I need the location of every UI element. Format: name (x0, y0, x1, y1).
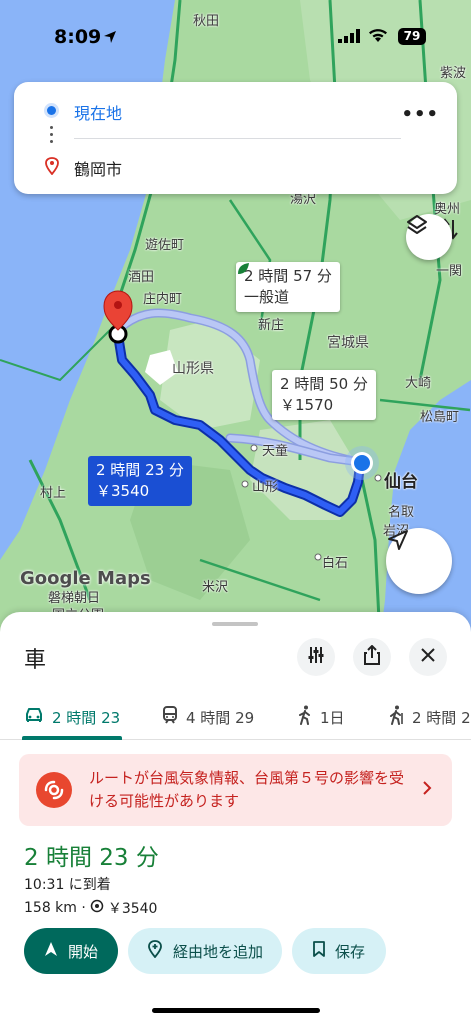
layers-button[interactable] (406, 214, 452, 260)
start-button[interactable]: 開始 (24, 928, 118, 974)
add-stop-label: 経由地を追加 (172, 942, 263, 961)
tab-transit[interactable]: 4 時間 29 (162, 694, 254, 740)
map-label-miyagi-pref: 宮城県 (327, 335, 369, 351)
bookmark-icon (313, 941, 325, 961)
add-location-icon (147, 940, 163, 962)
toll-icon (90, 899, 104, 917)
train-icon (162, 706, 178, 728)
route-label-main[interactable]: 2 時間 23 分 ￥3540 (88, 456, 192, 506)
map-view[interactable]: 秋田 遊佐町 酒田 庄内町 新庄 山形県 宮城県 天童 山形 仙台 名取 岩沼 … (0, 0, 471, 640)
tab-walk[interactable]: 1日 (298, 694, 345, 740)
arrival-time: 10:31 に到着 (24, 877, 111, 893)
map-label-shonai: 庄内町 (143, 292, 183, 307)
battery-indicator: 79 (398, 28, 426, 45)
tab-drive[interactable]: 2 時間 23 (24, 694, 120, 740)
travel-mode-tabs: 2 時間 23 4 時間 29 1日 2 時間 2 (0, 694, 471, 740)
more-options-icon[interactable]: ••• (401, 104, 439, 125)
close-button[interactable] (409, 638, 447, 676)
chevron-right-icon (422, 780, 432, 800)
map-label-natori: 名取 (388, 505, 415, 520)
toll-amount: ￥3540 (107, 901, 158, 917)
route-alt2-duration: 2 時間 50 分 (280, 375, 368, 393)
map-label-osaki: 大崎 (405, 376, 432, 391)
typhoon-alert[interactable]: ルートが台風気象情報、台風第５号の影響を受ける可能性があります (19, 754, 452, 826)
route-options-button[interactable] (297, 638, 335, 676)
route-connector (50, 126, 53, 147)
destination-field[interactable]: 鶴岡市 (14, 146, 458, 240)
directions-sheet: 車 2 時間 23 4 時間 29 1日 2 時間 2 ルートが台風気象情報、台… (0, 612, 471, 1024)
origin-field[interactable]: 現在地 ••• (14, 90, 457, 130)
active-tab-indicator (22, 736, 122, 740)
tune-icon (307, 646, 325, 668)
hiking-icon (388, 705, 404, 729)
tab-hiking-label: 2 時間 2 (412, 708, 471, 727)
share-button[interactable] (353, 638, 391, 676)
map-label-ichinoseki: 一関 (436, 264, 463, 279)
typhoon-icon (36, 772, 72, 808)
add-stop-button[interactable]: 経由地を追加 (128, 928, 282, 974)
alert-message: ルートが台風気象情報、台風第５号の影響を受ける可能性があります (89, 769, 405, 810)
start-label: 開始 (67, 942, 98, 961)
map-label-yamagata-pref: 山形県 (172, 361, 214, 377)
map-label-shiroishi: 白石 (322, 556, 349, 571)
status-time: 8:09 (54, 26, 102, 48)
tab-hiking[interactable]: 2 時間 2 (388, 694, 471, 740)
route-duration: 2 時間 23 分 (24, 845, 159, 871)
home-indicator[interactable] (152, 1008, 320, 1013)
location-arrow-icon (103, 30, 117, 44)
distance-text: 158 km · (24, 900, 86, 916)
origin-text: 現在地 (74, 104, 123, 123)
map-label-shinjo: 新庄 (258, 318, 285, 333)
destination-text: 鶴岡市 (74, 160, 123, 179)
map-label-yamagata-city: 山形 (252, 480, 279, 495)
map-label-sendai: 仙台 (384, 472, 418, 492)
map-label-oshu: 奥州 (434, 202, 461, 217)
route-main-duration: 2 時間 23 分 (96, 461, 184, 479)
sheet-title: 車 (24, 648, 47, 673)
tab-drive-label: 2 時間 23 (52, 708, 121, 727)
route-alt1-type: 一般道 (244, 288, 290, 306)
save-button[interactable]: 保存 (292, 928, 386, 974)
map-label-yuza: 遊佐町 (145, 238, 185, 253)
tab-transit-label: 4 時間 29 (186, 708, 255, 727)
google-maps-logo: Google Maps (20, 568, 151, 589)
navigate-button[interactable] (386, 528, 452, 594)
close-icon (420, 647, 436, 667)
route-label-alt-1[interactable]: 2 時間 57 分 一般道 (236, 262, 340, 312)
map-label-tendo: 天童 (262, 444, 289, 459)
map-label-yonezawa: 米沢 (202, 580, 229, 595)
map-label-matsushima: 松島町 (420, 410, 460, 425)
map-label-sakata: 酒田 (128, 270, 155, 285)
route-label-alt-2[interactable]: 2 時間 50 分 ￥1570 (272, 370, 376, 420)
route-alt1-duration: 2 時間 57 分 (244, 267, 332, 285)
route-main-toll: ￥3540 (96, 482, 150, 500)
directions-card: 現在地 ••• 鶴岡市 (14, 82, 458, 240)
map-label-murakami: 村上 (40, 486, 67, 501)
tab-walk-label: 1日 (320, 708, 345, 727)
current-location-dot-icon (47, 106, 56, 115)
save-label: 保存 (334, 942, 365, 961)
car-icon (24, 707, 44, 727)
route-distance: 158 km · ￥3540 (24, 898, 157, 918)
walk-icon (298, 705, 312, 729)
divider (74, 138, 401, 139)
map-label-shiwa: 紫波 (440, 66, 467, 81)
route-alt2-toll: ￥1570 (280, 396, 334, 414)
navigation-icon (44, 941, 58, 961)
status-bar: 8:09 79 (0, 26, 471, 54)
sheet-drag-handle[interactable] (212, 622, 258, 626)
share-icon (363, 644, 381, 669)
